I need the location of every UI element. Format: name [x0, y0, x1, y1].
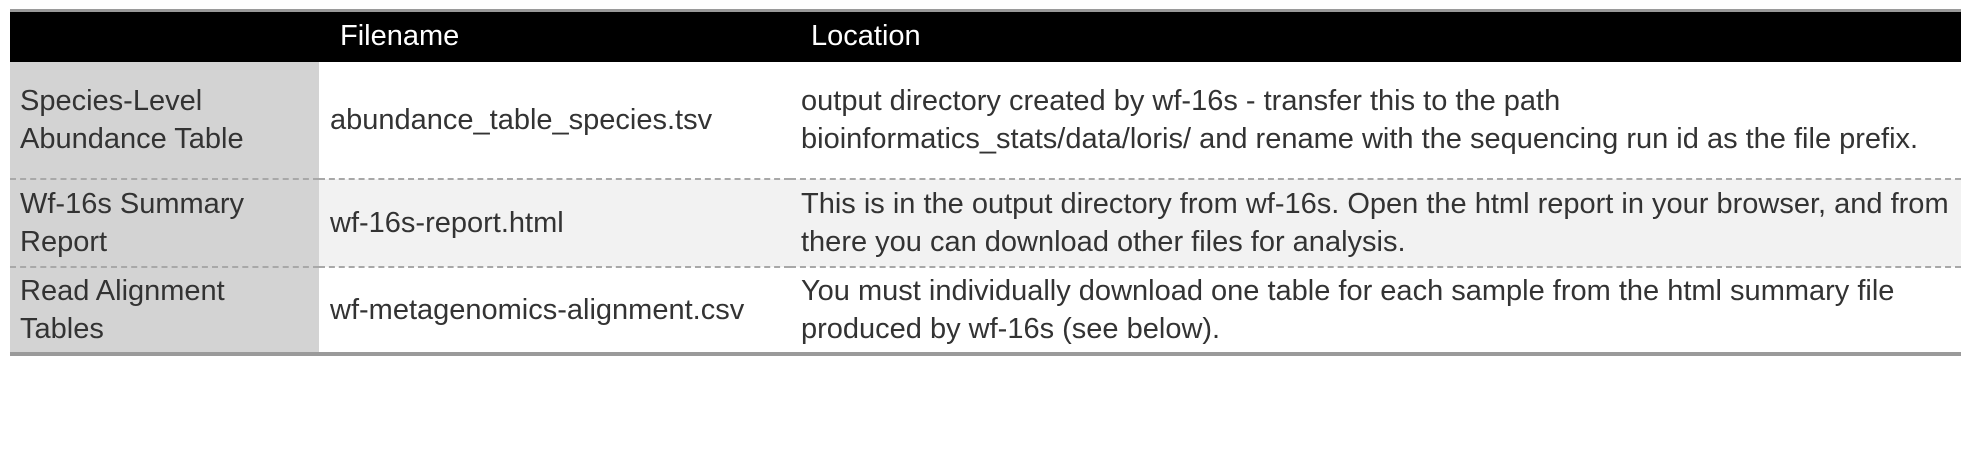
- table-row: Species-Level Abundance Table abundance_…: [10, 61, 1961, 179]
- row-filename: wf-16s-report.html: [330, 206, 564, 239]
- header-filename: Filename: [340, 20, 460, 53]
- row-filename: abundance_table_species.tsv: [330, 103, 713, 136]
- table-row: Read Alignment Tables wf-metagenomics-al…: [10, 266, 1961, 354]
- row-location: This is in the output directory from wf-…: [801, 187, 1949, 258]
- header-blank: [10, 11, 319, 62]
- row-location: You must individually download one table…: [801, 274, 1895, 345]
- row-location: output directory created by wf-16s - tra…: [801, 84, 1919, 155]
- row-label: Wf-16s Summary Report: [10, 178, 319, 267]
- row-label: Species-Level Abundance Table: [10, 61, 319, 179]
- header-row: Filename Location: [10, 10, 1961, 62]
- header-location: Location: [811, 20, 921, 53]
- table-header: Filename Location: [10, 10, 1961, 62]
- row-filename: wf-metagenomics-alignment.csv: [330, 293, 745, 326]
- row-label: Read Alignment Tables: [10, 266, 319, 354]
- table-body: Species-Level Abundance Table abundance_…: [10, 61, 1961, 354]
- table-row: Wf-16s Summary Report wf-16s-report.html…: [10, 178, 1961, 267]
- output-files-table: Filename Location Species-Level Abundanc…: [10, 9, 1961, 356]
